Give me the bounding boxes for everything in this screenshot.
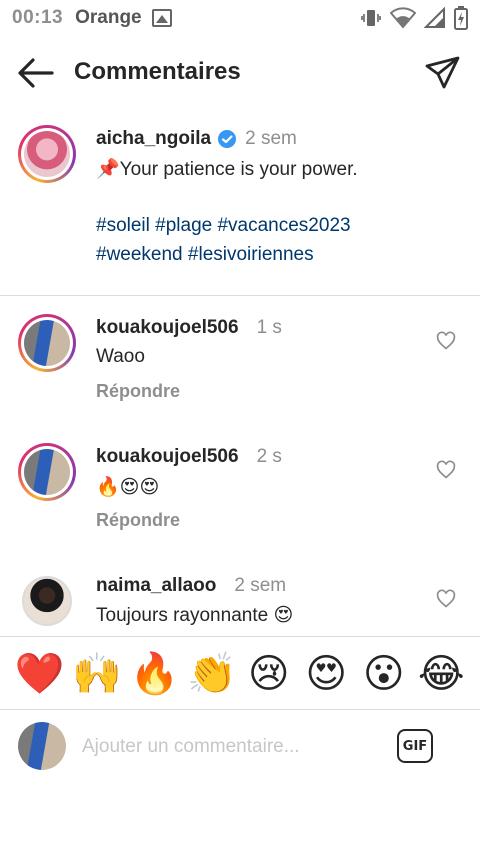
caption-hashtags-line1[interactable]: #soleil #plage #vacances2023 bbox=[96, 215, 351, 237]
like-heart-icon[interactable] bbox=[436, 331, 456, 351]
emoji-heart-button[interactable]: ❤️ bbox=[15, 654, 65, 694]
caption-time: 2 sem bbox=[245, 128, 297, 149]
caption-divider bbox=[0, 295, 480, 296]
signal-icon bbox=[424, 7, 445, 28]
status-carrier: Orange bbox=[75, 7, 142, 28]
comment-time: 2 s bbox=[256, 446, 282, 467]
comment-text: Waoo bbox=[96, 346, 145, 367]
status-bar: 00:13 Orange bbox=[0, 0, 480, 36]
emoji-bar-top-divider bbox=[0, 636, 480, 637]
caption-hashtags-line2[interactable]: #weekend #lesivoiriennes bbox=[96, 244, 314, 266]
comment-avatar[interactable] bbox=[22, 576, 72, 626]
emoji-heart-eyes-button[interactable]: 😍 bbox=[302, 654, 350, 694]
page-title: Commentaires bbox=[74, 58, 241, 85]
reply-button[interactable]: Répondre bbox=[96, 510, 180, 531]
comment-username[interactable]: kouakoujoel506 bbox=[96, 317, 239, 339]
verified-badge-icon bbox=[218, 130, 237, 148]
vibrate-icon bbox=[361, 10, 381, 26]
gallery-notification-icon bbox=[151, 9, 172, 27]
caption-text: 📌Your patience is your power. bbox=[96, 159, 358, 180]
comment-username[interactable]: naima_allaoo bbox=[96, 575, 216, 597]
comment-time: 2 sem bbox=[234, 575, 287, 596]
comment-avatar[interactable] bbox=[18, 443, 76, 501]
emoji-clapping-button[interactable]: 👏 bbox=[187, 654, 237, 694]
emoji-laughing-button[interactable]: 😂 bbox=[417, 654, 465, 694]
caption-avatar[interactable] bbox=[18, 125, 76, 183]
battery-icon bbox=[454, 6, 468, 30]
gif-button[interactable]: GIF bbox=[397, 729, 433, 763]
comment-time: 1 s bbox=[256, 317, 282, 338]
emoji-surprised-button[interactable]: 😮 bbox=[360, 654, 408, 694]
comment-text: 🔥😍😍 bbox=[96, 477, 160, 498]
send-icon[interactable] bbox=[424, 54, 462, 92]
emoji-raising-hands-button[interactable]: 🙌 bbox=[72, 654, 122, 694]
like-heart-icon[interactable] bbox=[436, 460, 456, 480]
emoji-crying-button[interactable]: 😢 bbox=[245, 654, 293, 694]
emoji-quick-bar: ❤️ 🙌 🔥 👏 😢 😍 😮 😂 bbox=[0, 640, 480, 708]
like-heart-icon[interactable] bbox=[436, 589, 456, 609]
wifi-icon bbox=[390, 7, 416, 29]
comment-avatar[interactable] bbox=[18, 314, 76, 372]
header: Commentaires bbox=[0, 42, 480, 104]
caption-username[interactable]: aicha_ngoila bbox=[96, 128, 211, 150]
reply-button[interactable]: Répondre bbox=[96, 381, 180, 402]
emoji-fire-button[interactable]: 🔥 bbox=[130, 654, 180, 694]
back-arrow-icon[interactable] bbox=[16, 56, 54, 90]
comment-username[interactable]: kouakoujoel506 bbox=[96, 446, 239, 468]
comment-text: Toujours rayonnante 😍 bbox=[96, 605, 294, 626]
status-time: 00:13 bbox=[12, 7, 64, 28]
current-user-avatar bbox=[18, 722, 66, 770]
comment-input[interactable]: Ajouter un commentaire... bbox=[82, 736, 300, 758]
